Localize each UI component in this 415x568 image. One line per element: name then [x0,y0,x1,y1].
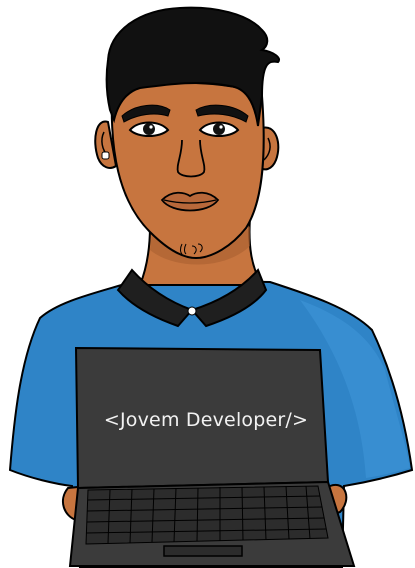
laptop-screen-text: <Jovem Developer/> [104,409,308,431]
right-eye [198,121,240,137]
head [94,6,280,260]
left-eye [128,121,170,137]
laptop: <Jovem Developer/> [68,346,356,567]
developer-illustration: <Jovem Developer/> [8,6,414,568]
laptop-keyboard [85,485,329,545]
earring-icon [101,151,110,160]
touchpad-icon [163,545,243,557]
collar-button-icon [187,306,197,316]
